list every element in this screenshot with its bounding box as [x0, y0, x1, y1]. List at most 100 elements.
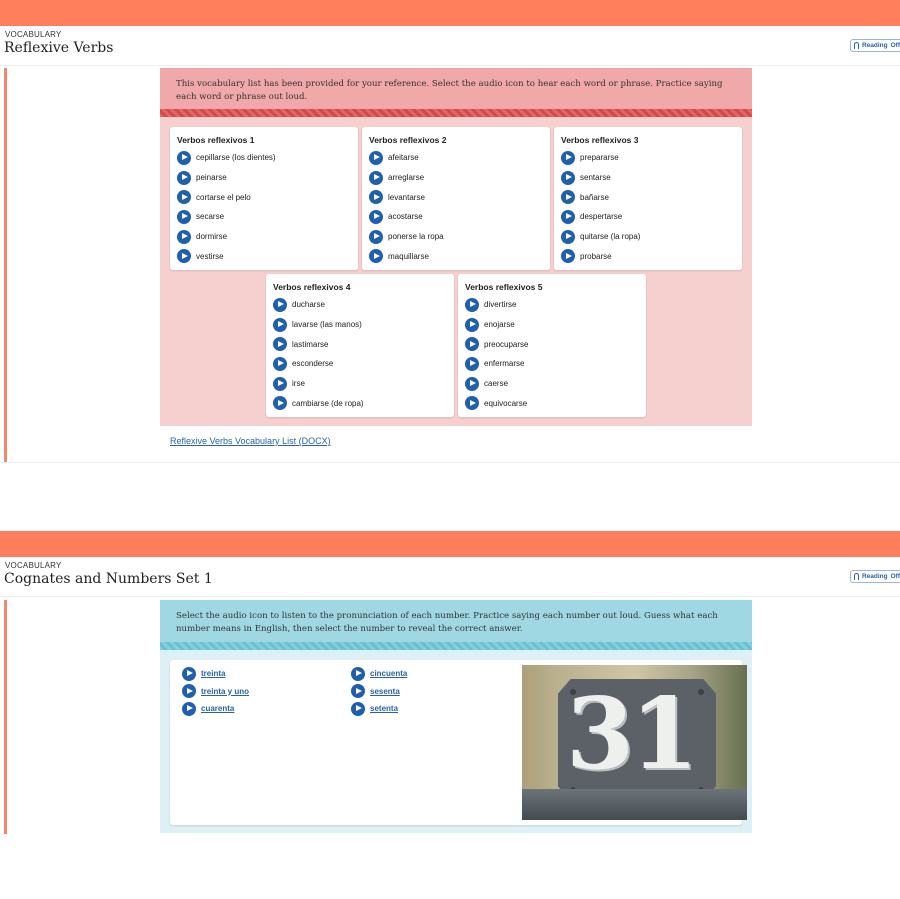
vocab-card-2: Verbos reflexivos 2 afeitarse arreglarse…	[362, 127, 550, 270]
vocab-item[interactable]: arreglarse	[369, 168, 543, 188]
vocab-item[interactable]: acostarse	[369, 207, 543, 227]
play-icon[interactable]	[369, 150, 383, 165]
play-icon[interactable]	[177, 150, 191, 165]
vocab-item[interactable]: secarse	[177, 207, 351, 227]
vocab-item[interactable]: bañarse	[561, 187, 735, 207]
play-icon[interactable]	[465, 337, 479, 352]
section-header-cognates: VOCABULARY Cognates and Numbers Set 1 Re…	[0, 557, 900, 597]
play-icon[interactable]	[182, 701, 196, 716]
vocab-card-4: Verbos reflexivos 4 ducharse lavarse (la…	[266, 274, 454, 417]
play-icon[interactable]	[182, 684, 196, 699]
vocab-item[interactable]: ducharse	[273, 295, 447, 315]
vocab-item[interactable]: esconderse	[273, 354, 447, 374]
play-icon[interactable]	[465, 317, 479, 332]
vocab-item[interactable]: irse	[273, 374, 447, 394]
number-item[interactable]: cuarenta	[182, 700, 249, 718]
play-icon[interactable]	[465, 376, 479, 391]
number-item[interactable]: treinta	[182, 665, 249, 683]
vocab-item[interactable]: enfermarse	[465, 354, 639, 374]
vocab-item[interactable]: vestirse	[177, 246, 351, 266]
vocab-item[interactable]: cambiarse (de ropa)	[273, 393, 447, 413]
reading-toggle[interactable]: Reading Off	[850, 39, 900, 52]
vocab-item[interactable]: peinarse	[177, 168, 351, 188]
play-icon[interactable]	[273, 317, 287, 332]
vocab-word: peinarse	[196, 173, 227, 183]
play-icon[interactable]	[177, 190, 191, 205]
vocab-item[interactable]: afeitarse	[369, 148, 543, 168]
vocab-item[interactable]: prepararse	[561, 148, 735, 168]
vocab-item[interactable]: ponerse la ropa	[369, 227, 543, 247]
card-heading: Verbos reflexivos 5	[465, 282, 543, 292]
reading-toggle[interactable]: Reading Off	[850, 570, 900, 583]
number-item[interactable]: setenta	[351, 700, 407, 718]
number-link[interactable]: treinta	[201, 669, 225, 678]
vocab-item[interactable]: maquillarse	[369, 246, 543, 266]
card-heading: Verbos reflexivos 4	[273, 282, 351, 292]
number-item[interactable]: cincuenta	[351, 665, 407, 683]
play-icon[interactable]	[177, 170, 191, 185]
vocab-item[interactable]: levantarse	[369, 187, 543, 207]
number-link[interactable]: treinta y uno	[201, 687, 249, 696]
play-icon[interactable]	[182, 666, 196, 681]
play-icon[interactable]	[561, 229, 575, 244]
play-icon[interactable]	[273, 376, 287, 391]
play-icon[interactable]	[465, 396, 479, 411]
number-item[interactable]: treinta y uno	[182, 683, 249, 701]
play-icon[interactable]	[369, 229, 383, 244]
play-icon[interactable]	[351, 666, 365, 681]
vocab-item[interactable]: lastimarse	[273, 334, 447, 354]
vocab-item[interactable]: equivocarse	[465, 393, 639, 413]
vocab-item[interactable]: despertarse	[561, 207, 735, 227]
vocab-item[interactable]: enojarse	[465, 315, 639, 335]
vocab-item[interactable]: cepillarse (los dientes)	[177, 148, 351, 168]
play-icon[interactable]	[369, 209, 383, 224]
play-icon[interactable]	[273, 356, 287, 371]
play-icon[interactable]	[273, 337, 287, 352]
play-icon[interactable]	[177, 249, 191, 264]
play-icon[interactable]	[369, 190, 383, 205]
vocab-word: sentarse	[580, 173, 611, 183]
play-icon[interactable]	[465, 356, 479, 371]
play-icon[interactable]	[561, 209, 575, 224]
left-accent-rule	[4, 68, 7, 462]
play-icon[interactable]	[561, 190, 575, 205]
number-link[interactable]: cuarenta	[201, 704, 234, 713]
decorative-stripe	[160, 109, 752, 117]
vocab-word: cambiarse (de ropa)	[292, 398, 364, 408]
play-icon[interactable]	[369, 170, 383, 185]
vocab-item[interactable]: quitarse (la ropa)	[561, 227, 735, 247]
vocab-item[interactable]: caerse	[465, 374, 639, 394]
section-header-reflexive: VOCABULARY Reflexive Verbs Reading Off	[0, 26, 900, 66]
play-icon[interactable]	[561, 170, 575, 185]
play-icon[interactable]	[273, 396, 287, 411]
vocab-item[interactable]: dormirse	[177, 227, 351, 247]
vocabulary-panel: This vocabulary list has been provided f…	[160, 68, 752, 426]
number-link[interactable]: sesenta	[370, 687, 400, 696]
play-icon[interactable]	[273, 297, 287, 312]
vocab-word: enfermarse	[484, 359, 525, 369]
play-icon[interactable]	[177, 229, 191, 244]
vocab-item[interactable]: sentarse	[561, 168, 735, 188]
vocab-item[interactable]: cortarse el pelo	[177, 187, 351, 207]
vocab-item[interactable]: probarse	[561, 246, 735, 266]
play-icon[interactable]	[351, 701, 365, 716]
vocab-item[interactable]: lavarse (las manos)	[273, 315, 447, 335]
vocab-word: preocuparse	[484, 339, 529, 349]
docx-download-link[interactable]: Reflexive Verbs Vocabulary List (DOCX)	[170, 436, 331, 446]
vocab-word: equivocarse	[484, 398, 528, 408]
vocab-word: bañarse	[580, 192, 609, 202]
reading-label: Reading	[861, 42, 888, 49]
number-link[interactable]: cincuenta	[370, 669, 407, 678]
numbers-column-2: cincuenta sesenta setenta	[351, 665, 407, 718]
section-title: Reflexive Verbs	[4, 40, 114, 56]
number-link[interactable]: setenta	[370, 704, 398, 713]
play-icon[interactable]	[351, 684, 365, 699]
vocab-item[interactable]: divertirse	[465, 295, 639, 315]
play-icon[interactable]	[561, 150, 575, 165]
play-icon[interactable]	[561, 249, 575, 264]
number-item[interactable]: sesenta	[351, 683, 407, 701]
vocab-item[interactable]: preocuparse	[465, 334, 639, 354]
play-icon[interactable]	[177, 209, 191, 224]
play-icon[interactable]	[369, 249, 383, 264]
play-icon[interactable]	[465, 297, 479, 312]
